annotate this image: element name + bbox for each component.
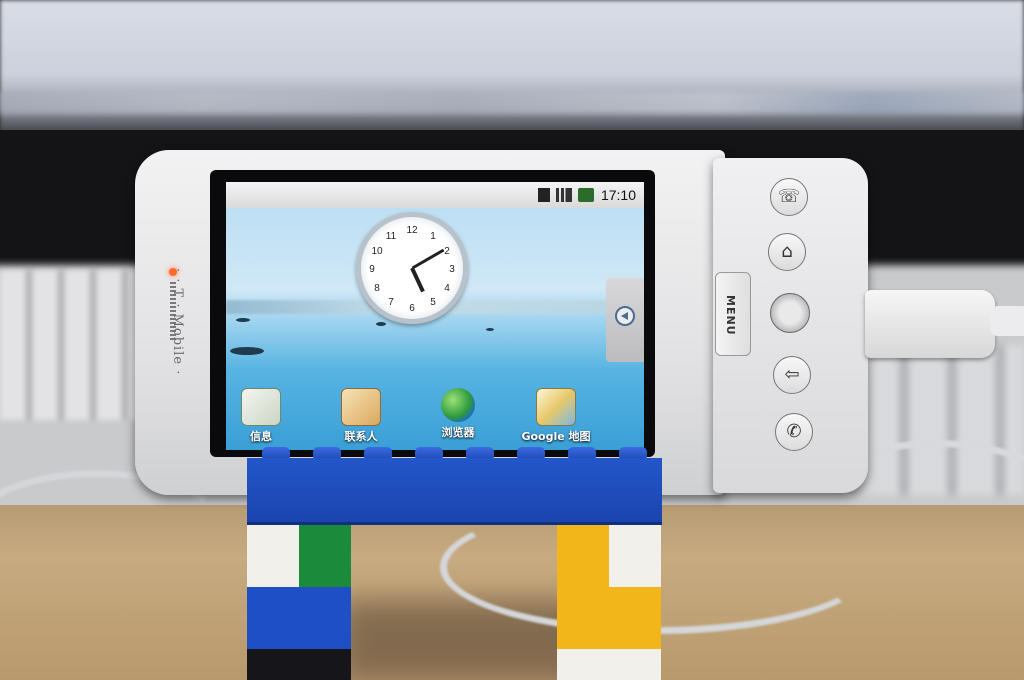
brand-logo: · · T · Mobile · [170,268,185,376]
lego-brick-white [609,525,661,587]
app-drawer-tab[interactable] [606,278,644,362]
clock-number: 5 [430,297,436,308]
usb-connector [865,290,995,358]
app-messaging[interactable]: 信息 [226,388,296,444]
clock-number: 7 [388,297,394,308]
background-monitor [0,0,1024,135]
phone-screen: 17:10 12 1 2 3 4 5 6 7 8 9 10 11 信息 联系人 … [226,182,644,450]
signal-icon [556,188,572,202]
clock-number: 10 [371,246,383,257]
browser-globe-icon [441,388,475,422]
lego-brick-green [299,525,351,587]
clock-hour-hand [410,267,425,293]
back-button[interactable]: ⇦ [773,356,811,394]
app-label: 浏览器 [441,426,475,439]
keyboard-keys-left [0,270,150,420]
analog-clock-widget[interactable]: 12 1 2 3 4 5 6 7 8 9 10 11 [356,212,468,324]
status-bar: 17:10 [226,182,644,208]
clock-minute-hand [411,248,444,270]
clock-number: 1 [430,231,436,242]
wallpaper-rock [236,318,250,322]
call-button[interactable]: ☏ [770,178,808,216]
app-label: Google 地图 [521,430,591,443]
app-drawer-arrow-icon [615,306,635,326]
sd-card-icon [538,188,550,202]
background-taskbar [0,92,1024,114]
clock-number: 11 [385,231,397,242]
photo-scene: · · T · Mobile · 17:10 12 1 2 3 4 5 6 7 … [0,0,1024,680]
lego-brick-blue [247,587,351,649]
clock-number: 8 [374,283,380,294]
contacts-icon [341,388,381,426]
maps-icon [536,388,576,426]
wallpaper-rock [230,347,264,355]
app-label: 信息 [250,430,272,443]
menu-button-label: MENU [724,295,737,336]
lego-brick-yellow [557,525,609,587]
usb-cord [990,306,1024,336]
messaging-icon [241,388,281,426]
clock-number: 6 [409,303,415,314]
app-maps[interactable]: Google 地图 [516,388,596,444]
trackball[interactable] [770,293,810,333]
lego-brick-white [247,525,299,587]
status-time: 17:10 [600,187,636,203]
clock-number: 3 [449,264,455,275]
app-browser[interactable]: 浏览器 [423,388,493,440]
lego-brick-black [247,649,351,680]
lego-brick-yellow [557,587,661,649]
app-contacts[interactable]: 联系人 [326,388,396,444]
wallpaper-rock [376,322,386,326]
battery-icon [578,188,594,202]
clock-number: 4 [444,283,450,294]
lego-stand-top [247,458,662,525]
app-label: 联系人 [344,430,378,443]
end-call-button[interactable]: ✆ [775,413,813,451]
clock-number: 12 [406,225,418,236]
lego-brick-white [557,649,661,680]
clock-number: 9 [369,264,375,275]
home-button[interactable]: ⌂ [768,233,806,271]
wallpaper-rock [486,328,494,331]
